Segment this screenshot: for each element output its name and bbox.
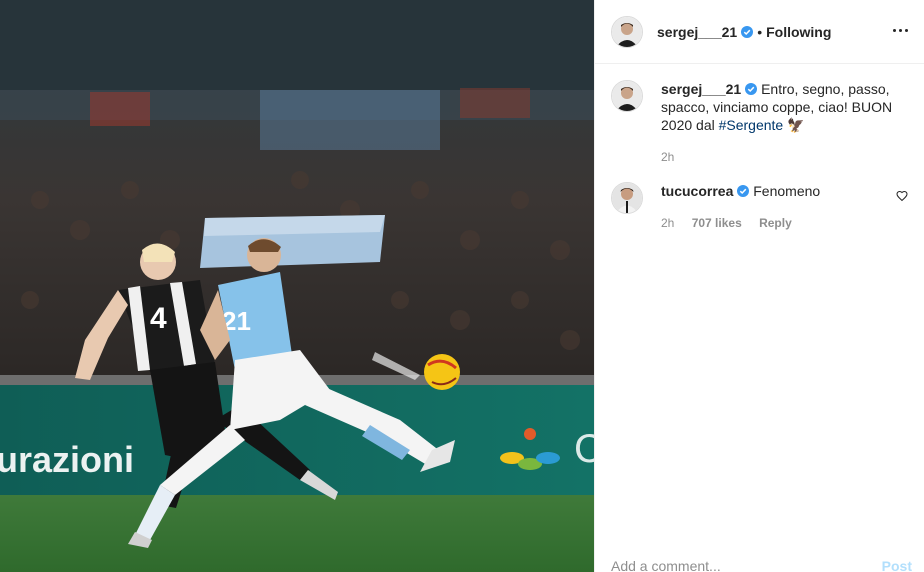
avatar-image (612, 16, 642, 47)
post-header: sergej___21 • Following (595, 0, 924, 64)
verified-badge-icon (741, 25, 754, 38)
banner-text: urazioni (0, 439, 134, 480)
comments-list: sergej___21 Entro, segno, passo, spacco,… (611, 80, 908, 232)
avatar-image (612, 81, 642, 111)
comment-item: tucucorrea Fenomeno 2h 707 likes Reply (611, 182, 908, 232)
post-sidebar: sergej___21 • Following sergej___21 Entr… (594, 0, 924, 572)
more-options-icon[interactable] (888, 18, 912, 42)
author-avatar[interactable] (611, 15, 643, 48)
comment-input[interactable] (611, 558, 851, 572)
hashtag-link[interactable]: #Sergente (719, 117, 784, 133)
avatar-image (612, 183, 642, 213)
eagle-emoji: 🦅 (787, 117, 805, 133)
caption-meta: 2h (661, 148, 893, 166)
comment-avatar[interactable] (611, 182, 643, 214)
comment-text: Fenomeno (753, 183, 821, 199)
heart-icon[interactable] (896, 190, 908, 202)
svg-text:C: C (574, 427, 594, 471)
caption-avatar[interactable] (611, 80, 643, 112)
comment-body: tucucorrea Fenomeno 2h 707 likes Reply (661, 182, 893, 232)
caption-time[interactable]: 2h (661, 150, 674, 164)
comment-likes[interactable]: 707 likes (692, 216, 742, 230)
caption-body: sergej___21 Entro, segno, passo, spacco,… (661, 80, 893, 166)
comment-username[interactable]: tucucorrea (661, 183, 733, 199)
video-frame: urazioni C 4 21 (0, 0, 594, 572)
verified-badge-icon (737, 185, 750, 197)
caption-item: sergej___21 Entro, segno, passo, spacco,… (611, 80, 908, 166)
caption-username[interactable]: sergej___21 (661, 81, 741, 97)
post-video[interactable]: urazioni C 4 21 (0, 0, 594, 572)
instagram-post-view: urazioni C 4 21 sergej___21 • Following … (0, 0, 924, 572)
following-button[interactable]: Following (766, 24, 831, 40)
comment-composer: Post (595, 558, 924, 572)
separator-dot: • (757, 23, 763, 40)
comment-meta: 2h 707 likes Reply (661, 214, 893, 232)
jersey-number-4: 4 (150, 302, 167, 335)
post-button[interactable]: Post (882, 558, 912, 572)
football (424, 354, 460, 390)
verified-badge-icon (745, 83, 758, 95)
reply-button[interactable]: Reply (759, 216, 792, 230)
author-username[interactable]: sergej___21 (657, 24, 737, 40)
comment-time[interactable]: 2h (661, 216, 674, 230)
